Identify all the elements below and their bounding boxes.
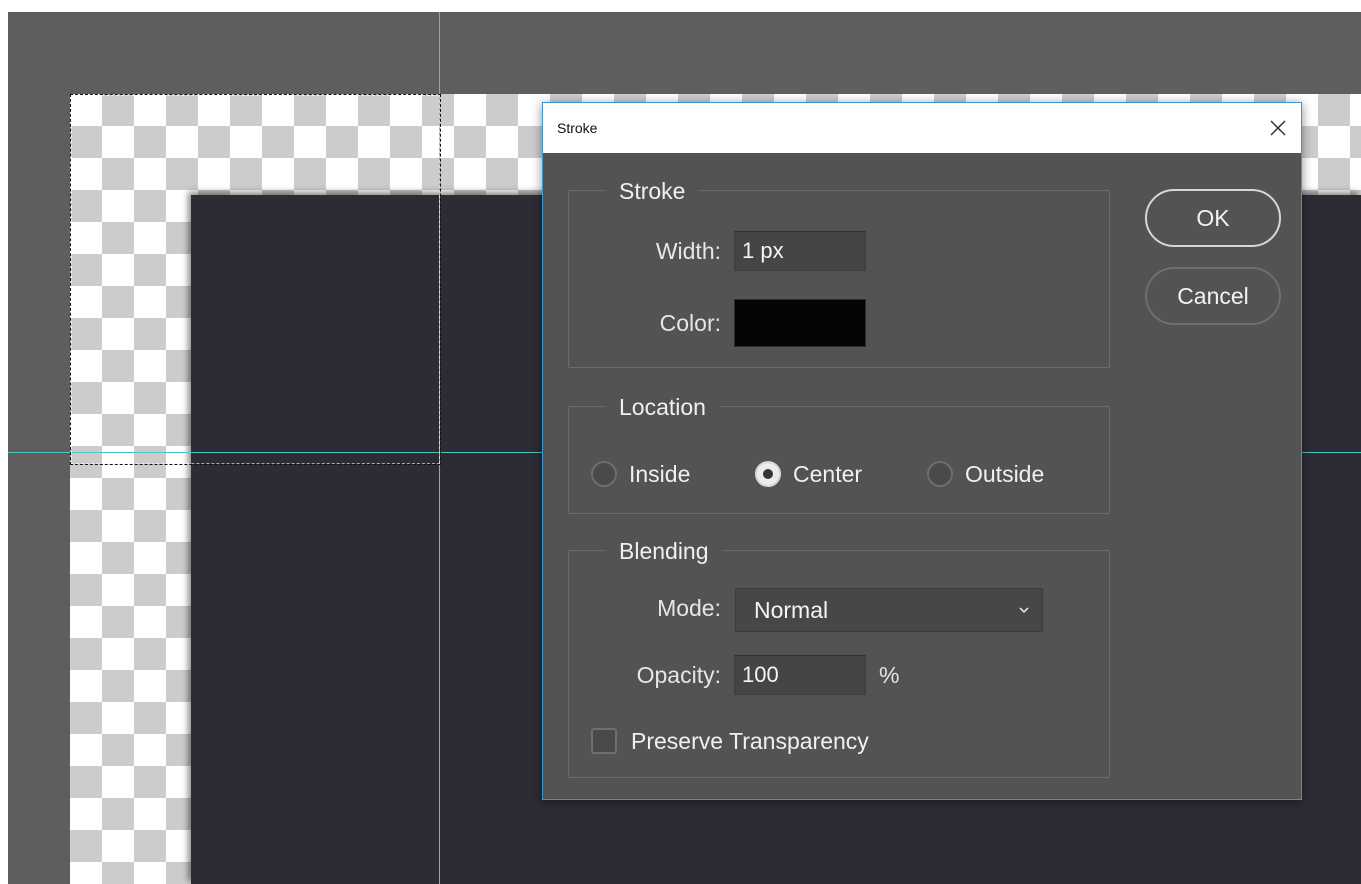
preserve-transparency-checkbox[interactable]: Preserve Transparency <box>591 726 869 756</box>
dialog-titlebar: Stroke <box>543 103 1301 153</box>
chevron-down-icon <box>1019 607 1029 614</box>
blending-group: Blending Mode: Normal Opacity: 100 % Pre… <box>568 536 1110 778</box>
mode-label: Mode: <box>657 595 721 621</box>
stroke-dialog: Stroke Stroke Width: 1 px Color: Locatio… <box>542 102 1302 800</box>
blend-mode-dropdown[interactable]: Normal <box>735 588 1043 632</box>
opacity-unit: % <box>879 662 900 688</box>
stroke-group: Stroke Width: 1 px Color: <box>568 176 1110 368</box>
radio-outside-label: Outside <box>965 461 1045 487</box>
radio-center-label: Center <box>793 461 863 487</box>
radio-outside-button[interactable] <box>927 461 953 487</box>
opacity-label: Opacity: <box>636 662 721 688</box>
close-button[interactable] <box>1263 113 1293 143</box>
close-icon <box>1270 120 1286 136</box>
width-input[interactable]: 1 px <box>734 231 866 271</box>
radio-inside-label: Inside <box>629 461 691 487</box>
radio-center[interactable]: Center <box>755 459 862 489</box>
radio-outside[interactable]: Outside <box>927 459 1044 489</box>
radio-inside[interactable]: Inside <box>591 459 690 489</box>
opacity-input[interactable]: 100 <box>734 655 866 695</box>
preserve-transparency-label: Preserve Transparency <box>631 728 869 754</box>
color-label: Color: <box>659 310 721 336</box>
blend-mode-value: Normal <box>754 597 829 623</box>
preserve-transparency-box[interactable] <box>591 728 617 754</box>
blending-group-legend: Blending <box>605 536 723 566</box>
radio-center-button[interactable] <box>755 461 781 487</box>
location-group: Location Inside Center Outside <box>568 392 1110 514</box>
ok-button[interactable]: OK <box>1145 189 1281 247</box>
marquee-selection <box>70 94 441 465</box>
width-label: Width: <box>655 238 721 264</box>
stroke-group-legend: Stroke <box>605 176 700 206</box>
location-group-legend: Location <box>605 392 720 422</box>
radio-inside-button[interactable] <box>591 461 617 487</box>
dialog-title: Stroke <box>557 120 598 136</box>
stroke-color-swatch[interactable] <box>734 299 866 347</box>
cancel-button[interactable]: Cancel <box>1145 267 1281 325</box>
